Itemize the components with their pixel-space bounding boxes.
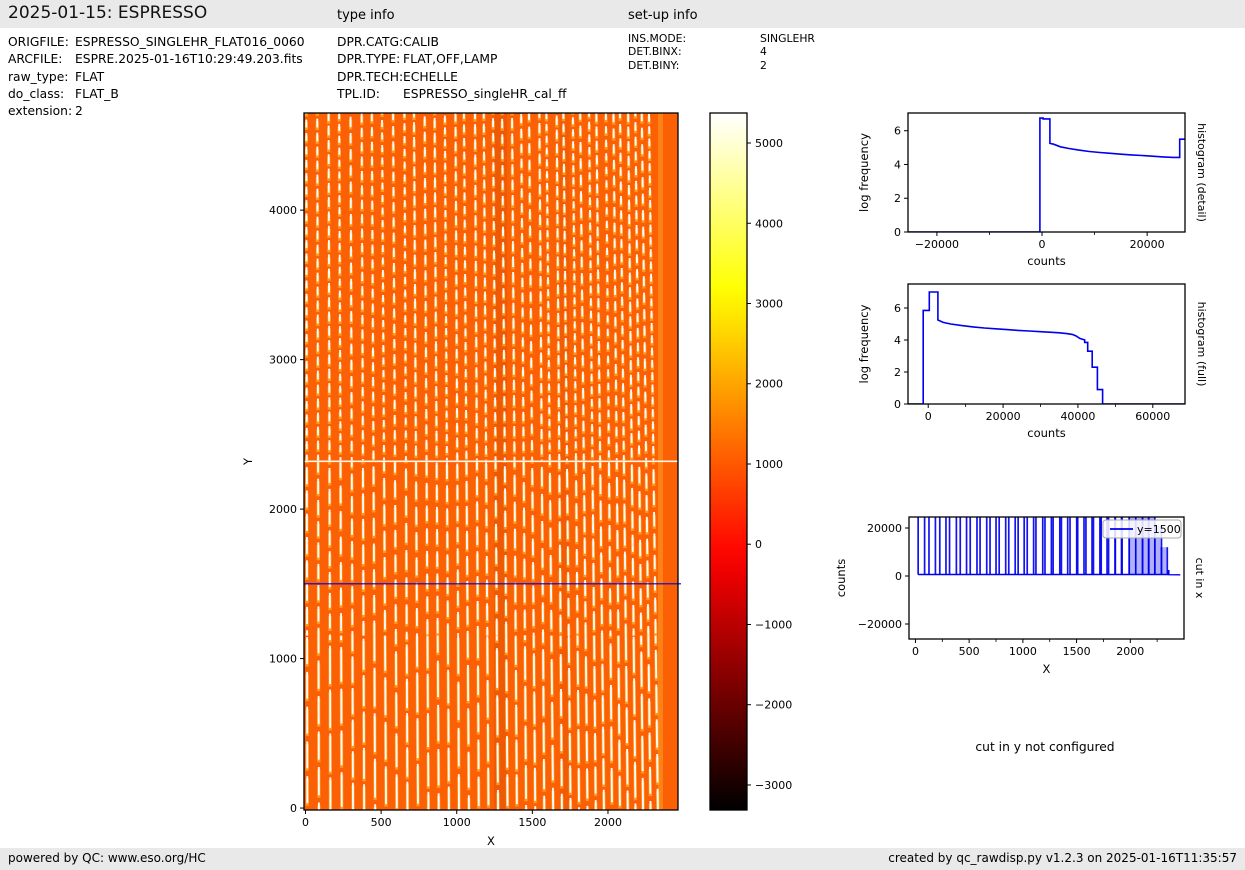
svg-text:500: 500 xyxy=(959,645,980,658)
svg-text:0: 0 xyxy=(755,538,762,551)
svg-text:2000: 2000 xyxy=(755,378,783,391)
footer-created-by: created by qc_rawdisp.py v1.2.3 on 2025-… xyxy=(888,851,1237,865)
svg-text:counts: counts xyxy=(1027,254,1065,268)
svg-text:20000: 20000 xyxy=(986,410,1021,423)
svg-text:histogram (full): histogram (full) xyxy=(1195,302,1208,387)
svg-text:4000: 4000 xyxy=(269,204,297,217)
svg-text:500: 500 xyxy=(371,816,392,829)
svg-text:2: 2 xyxy=(894,366,901,379)
svg-text:0: 0 xyxy=(894,226,901,239)
svg-text:0: 0 xyxy=(290,802,297,815)
svg-text:cut in x: cut in x xyxy=(1193,558,1206,599)
histogram_full-curve xyxy=(908,291,1185,404)
svg-text:4: 4 xyxy=(894,334,901,347)
svg-text:1000: 1000 xyxy=(1009,645,1037,658)
svg-text:1000: 1000 xyxy=(269,653,297,666)
svg-text:4: 4 xyxy=(894,158,901,171)
svg-text:1500: 1500 xyxy=(1063,645,1091,658)
svg-text:0: 0 xyxy=(895,570,902,583)
svg-text:counts: counts xyxy=(834,559,848,597)
svg-text:−3000: −3000 xyxy=(755,779,792,792)
svg-text:6: 6 xyxy=(894,125,901,138)
svg-text:−2000: −2000 xyxy=(755,699,792,712)
svg-text:0: 0 xyxy=(302,816,309,829)
svg-text:X: X xyxy=(1043,662,1051,676)
svg-text:3000: 3000 xyxy=(755,297,783,310)
cut-in-x-legend: y=1500 xyxy=(1102,519,1182,539)
svg-text:counts: counts xyxy=(1027,426,1065,440)
qc-report-page: 2025-01-15: ESPRESSO type info set-up in… xyxy=(0,0,1245,870)
legend-label: y=1500 xyxy=(1137,523,1181,536)
histogram-full-plot: 0 20000 40000 60000 0 2 4 6 counts log frequency h… xyxy=(857,283,1208,440)
cut-in-y-note: cut in y not configured xyxy=(975,740,1115,754)
svg-text:0: 0 xyxy=(894,398,901,411)
svg-text:X: X xyxy=(487,834,495,848)
svg-text:2000: 2000 xyxy=(269,503,297,516)
svg-text:Y: Y xyxy=(241,457,255,466)
svg-text:0: 0 xyxy=(912,645,919,658)
svg-text:20000: 20000 xyxy=(1130,238,1165,251)
svg-text:−1000: −1000 xyxy=(755,618,792,631)
svg-text:2: 2 xyxy=(894,192,901,205)
footer-powered-by: powered by QC: www.eso.org/HC xyxy=(8,851,206,865)
svg-text:2000: 2000 xyxy=(594,816,622,829)
histogram_detail-curve xyxy=(908,117,1185,232)
raw-image-plot: 0 500 1000 1500 2000 0 1000 2000 3000 4000 X Y xyxy=(241,112,681,848)
histogram-detail-plot: −20000 0 20000 0 2 4 6 counts log frequency histo… xyxy=(857,112,1208,268)
svg-text:20000: 20000 xyxy=(867,522,902,535)
svg-text:−20000: −20000 xyxy=(858,618,902,631)
svg-text:0: 0 xyxy=(925,410,932,423)
svg-text:1000: 1000 xyxy=(443,816,471,829)
svg-text:60000: 60000 xyxy=(1135,410,1170,423)
svg-text:2000: 2000 xyxy=(1116,645,1144,658)
svg-text:5000: 5000 xyxy=(755,137,783,150)
svg-text:1000: 1000 xyxy=(755,458,783,471)
svg-text:3000: 3000 xyxy=(269,354,297,367)
svg-text:6: 6 xyxy=(894,302,901,315)
svg-text:log frequency: log frequency xyxy=(857,304,871,383)
cut-in-x-plot: 0 500 1000 1500 2000 −20000 0 20000 Xcounts cut i… xyxy=(834,516,1206,676)
svg-text:1500: 1500 xyxy=(518,816,546,829)
svg-text:40000: 40000 xyxy=(1060,410,1095,423)
svg-text:log frequency: log frequency xyxy=(857,133,871,212)
svg-text:−20000: −20000 xyxy=(915,238,959,251)
svg-text:4000: 4000 xyxy=(755,217,783,230)
colorbar: 5000 4000 3000 2000 1000 0 −1000 −2000 −3000 xyxy=(709,112,792,811)
svg-text:histogram (detail): histogram (detail) xyxy=(1195,123,1208,222)
svg-text:0: 0 xyxy=(1039,238,1046,251)
